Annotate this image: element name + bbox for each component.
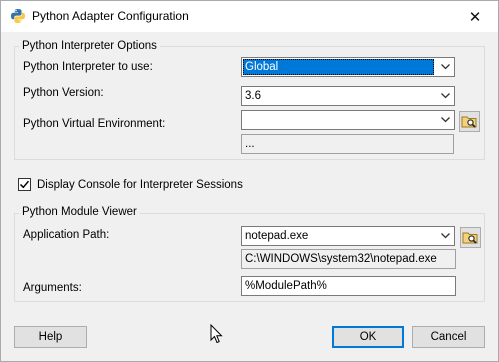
close-icon: ✕ bbox=[468, 8, 482, 26]
version-select-value: 3.6 bbox=[245, 90, 261, 102]
display-console-label[interactable]: Display Console for Interpreter Sessions bbox=[37, 179, 243, 191]
folder-browse-icon bbox=[461, 116, 477, 128]
window-title: Python Adapter Configuration bbox=[32, 9, 189, 23]
arguments-input[interactable]: %ModulePath% bbox=[241, 276, 456, 296]
app-path-select[interactable]: notepad.exe bbox=[241, 226, 455, 246]
chevron-down-icon[interactable] bbox=[436, 87, 454, 105]
interpreter-label: Python Interpreter to use: bbox=[23, 61, 153, 73]
interpreter-options-group-title: Python Interpreter Options bbox=[19, 40, 160, 52]
ok-button[interactable]: OK bbox=[332, 326, 404, 348]
arguments-label: Arguments: bbox=[23, 282, 82, 294]
interpreter-select[interactable]: Global bbox=[241, 57, 455, 77]
folder-browse-icon bbox=[462, 232, 478, 244]
chevron-down-icon[interactable] bbox=[436, 58, 454, 76]
venv-path-display: ... bbox=[241, 134, 454, 154]
venv-browse-button[interactable] bbox=[459, 111, 480, 132]
app-path-browse-button[interactable] bbox=[460, 227, 481, 248]
module-viewer-group-title: Python Module Viewer bbox=[19, 206, 140, 218]
close-button[interactable]: ✕ bbox=[452, 1, 498, 32]
help-button[interactable]: Help bbox=[14, 326, 87, 348]
mouse-cursor-icon bbox=[210, 324, 223, 344]
venv-select[interactable] bbox=[241, 110, 455, 130]
checkmark-icon bbox=[19, 180, 30, 189]
venv-select-value bbox=[243, 112, 434, 128]
version-label: Python Version: bbox=[23, 87, 104, 99]
app-path-select-value: notepad.exe bbox=[245, 230, 309, 242]
chevron-down-icon[interactable] bbox=[436, 227, 454, 245]
display-console-checkbox[interactable] bbox=[18, 178, 31, 191]
venv-label: Python Virtual Environment: bbox=[23, 118, 166, 130]
chevron-down-icon[interactable] bbox=[436, 111, 454, 129]
version-select[interactable]: 3.6 bbox=[241, 86, 455, 106]
python-adapter-config-dialog: Python Adapter Configuration ✕ Python In… bbox=[0, 0, 499, 362]
interpreter-select-value: Global bbox=[243, 59, 434, 75]
python-logo-icon bbox=[11, 9, 25, 23]
app-path-resolved-display: C:\WINDOWS\system32\notepad.exe bbox=[241, 249, 456, 269]
title-bar: Python Adapter Configuration ✕ bbox=[1, 1, 498, 32]
app-path-label: Application Path: bbox=[23, 229, 110, 241]
cancel-button[interactable]: Cancel bbox=[412, 326, 485, 348]
